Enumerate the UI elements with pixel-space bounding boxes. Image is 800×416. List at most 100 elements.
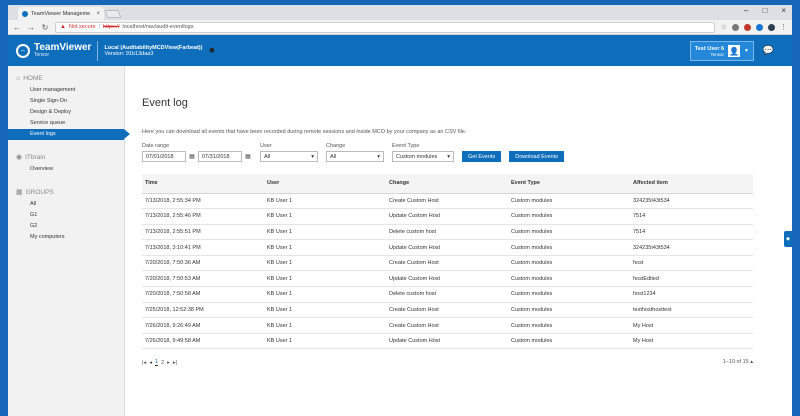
feedback-side-tab[interactable]: ◆ (784, 231, 792, 247)
cell-event-type: Custom modules (508, 239, 630, 256)
cell-time: 7/13/2018, 2:55:46 PM (142, 208, 264, 225)
back-arrow-icon[interactable]: ← (13, 23, 21, 32)
cell-user: KB User 1 (264, 286, 386, 303)
close-window-icon[interactable]: × (781, 6, 786, 15)
reload-icon[interactable]: ↻ (41, 23, 49, 32)
event-type-select-value: Custom modules (396, 153, 438, 160)
close-tab-icon[interactable]: × (96, 11, 100, 17)
column-header-time[interactable]: Time (142, 174, 264, 194)
bug-icon[interactable]: ✸ (208, 46, 215, 55)
sidebar-item-single-sign-on[interactable]: Single Sign-On (8, 96, 124, 107)
filter-bar: Date range 07/01/2018 ▦ 07/31/2018 ▦ Use… (142, 143, 775, 162)
table-row[interactable]: 7/13/2018, 2:55:34 PM KB User 1 Create Cus… (142, 193, 753, 210)
cell-user: KB User 1 (264, 302, 386, 319)
table-row[interactable]: 7/13/2018, 3:10:41 PM KB User 1 Update Cus… (142, 239, 753, 256)
url-path: localhost/nav/audit-eventlogs (122, 24, 194, 30)
download-events-button[interactable]: Download Events (509, 151, 565, 162)
cell-change: Create Custom Host (386, 255, 508, 272)
sidebar-section-label: ITbrain (25, 153, 46, 161)
page-2-link[interactable]: 2 (161, 360, 164, 366)
browser-tab[interactable]: TeamViewer Manageme × (18, 7, 104, 20)
sidebar-item-service-queue[interactable]: Service queue (8, 118, 124, 129)
cell-change: Update Custom Host (386, 333, 508, 350)
window-controls: – □ × (744, 6, 786, 15)
prev-page-icon[interactable]: ◂ (149, 360, 152, 366)
minimize-icon[interactable]: – (744, 6, 748, 15)
cell-time: 7/13/2018, 3:10:41 PM (142, 239, 264, 256)
user-name: Test User 6 (694, 45, 725, 52)
user-select[interactable]: All ▾ (260, 151, 318, 162)
table-row[interactable]: 7/20/2018, 7:50:58 AM KB User 1 Delete cus… (142, 286, 753, 303)
change-select[interactable]: All ▾ (326, 151, 384, 162)
column-header-event-type[interactable]: Event Type (508, 174, 630, 194)
sidebar-item-group-all[interactable]: All (8, 199, 124, 210)
table-row[interactable]: 7/20/2018, 7:50:36 AM KB User 1 Create Cus… (142, 255, 753, 272)
sidebar-item-group-g2[interactable]: G2 (8, 221, 124, 232)
table-row[interactable]: 7/26/2018, 9:49:58 AM KB User 1 Update Cus… (142, 333, 753, 350)
change-filter: Change All ▾ (326, 143, 384, 162)
pagination-summary[interactable]: 1–10 of 15 ▴ (723, 359, 753, 366)
calendar-icon[interactable]: ▦ (244, 151, 252, 162)
chat-icon[interactable]: 💬 (763, 45, 774, 56)
sidebar-item-event-logs[interactable]: Event logs (8, 129, 130, 140)
teamviewer-logo[interactable]: ⇔ TeamViewer Tensor (16, 43, 91, 58)
extension-icon[interactable] (756, 23, 763, 31)
table-row[interactable]: 7/25/2018, 12:52:38 PM KB User 1 Create Cu… (142, 302, 753, 319)
event-type-select[interactable]: Custom modules ▾ (392, 151, 454, 162)
sidebar-section-itbrain[interactable]: ◉ ITbrain (8, 150, 124, 164)
cell-change: Delete custom host (386, 286, 508, 303)
column-header-user[interactable]: User (264, 174, 386, 194)
sidebar-section-home[interactable]: ⌂ HOME (8, 72, 124, 85)
calendar-icon[interactable]: ▦ (188, 151, 196, 162)
cell-user: KB User 1 (264, 270, 386, 288)
cell-user: KB User 1 (264, 208, 386, 225)
sidebar-item-my-computers[interactable]: My computers (8, 232, 124, 243)
browser-tab-bar: TeamViewer Manageme × – □ × (8, 5, 792, 20)
cell-time: 7/20/2018, 7:50:36 AM (142, 255, 264, 272)
cell-affected-item: 7514 (630, 208, 753, 225)
sidebar-item-user-management[interactable]: User management (8, 85, 124, 96)
sidebar-section-label: HOME (23, 75, 43, 82)
column-header-change[interactable]: Change (386, 174, 508, 194)
get-events-button[interactable]: Get Events (462, 151, 502, 162)
date-range-filter: Date range 07/01/2018 ▦ 07/31/2018 ▦ (142, 143, 252, 162)
cell-user: KB User 1 (264, 333, 386, 350)
new-tab-button[interactable] (104, 10, 122, 18)
instance-info: Local (AuditabilityMCDView(Farbeat)) Ver… (104, 45, 202, 57)
sidebar-item-design-deploy[interactable]: Design & Deploy (8, 107, 124, 118)
event-type-filter: Event Type Custom modules ▾ (392, 143, 454, 162)
page-1-link[interactable]: 1 (154, 359, 159, 367)
extension-icon[interactable] (768, 23, 775, 31)
cell-affected-item: hostEdited (630, 270, 753, 288)
column-header-affected-item[interactable]: Affected item (630, 174, 753, 194)
date-to-input[interactable]: 07/31/2018 (198, 151, 242, 162)
date-from-input[interactable]: 07/01/2018 (142, 151, 186, 162)
forward-arrow-icon[interactable]: → (27, 23, 35, 32)
brand-name: TeamViewer (34, 42, 92, 53)
cell-change: Update Custom Host (386, 239, 508, 256)
cell-user: KB User 1 (264, 224, 386, 241)
sidebar-item-group-g1[interactable]: G1 (8, 210, 124, 221)
next-page-icon[interactable]: ▸ (167, 360, 170, 366)
bookmark-star-icon[interactable]: ☆ (721, 23, 727, 31)
last-page-icon[interactable]: ▸| (173, 360, 177, 366)
table-row[interactable]: 7/20/2018, 7:50:53 AM KB User 1 Update Cus… (142, 270, 753, 288)
cell-event-type: Custom modules (508, 224, 630, 241)
sidebar-section-groups[interactable]: ▦ GROUPS (8, 185, 124, 199)
home-icon: ⌂ (16, 75, 21, 82)
table-row[interactable]: 7/13/2018, 2:55:51 PM KB User 1 Delete cus… (142, 224, 753, 241)
cell-event-type: Custom modules (508, 255, 630, 272)
url-scheme: https:// (103, 24, 120, 30)
sidebar-item-overview[interactable]: Overview (8, 164, 124, 175)
desktop-background-left (0, 0, 8, 416)
user-menu[interactable]: Test User 6 Tensor 👤 ▼ (689, 41, 754, 61)
extension-icon[interactable] (744, 23, 751, 31)
cell-event-type: Custom modules (508, 317, 630, 334)
first-page-icon[interactable]: |◂ (142, 360, 146, 366)
table-row[interactable]: 7/26/2018, 9:26:49 AM KB User 1 Create Cus… (142, 317, 753, 334)
maximize-icon[interactable]: □ (762, 6, 767, 15)
extension-icon[interactable] (732, 23, 739, 31)
browser-menu-icon[interactable]: ⋮ (780, 23, 787, 31)
url-field[interactable]: ▲ Not secure | https:// localhost/nav/au… (55, 21, 715, 33)
table-row[interactable]: 7/13/2018, 2:55:46 PM KB User 1 Update Cus… (142, 208, 753, 225)
